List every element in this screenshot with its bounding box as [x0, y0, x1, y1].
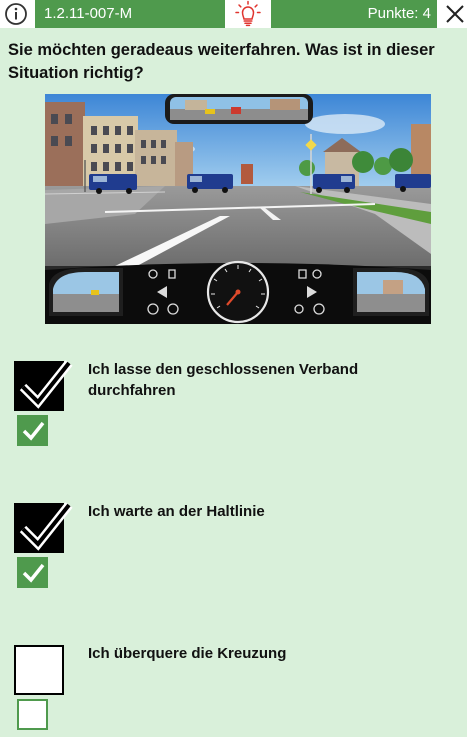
answer-checkbox-3[interactable] [14, 645, 64, 695]
close-icon [446, 5, 464, 23]
hint-button[interactable] [233, 0, 263, 28]
points-value: 4 [422, 5, 431, 22]
answer-text-3: Ich überquere die Kreuzung [88, 645, 287, 662]
top-bar: 1.2.11-007-M Punkte: 4 [0, 0, 467, 28]
scene-illustration [45, 94, 431, 324]
solution-checkbox-3 [17, 699, 48, 730]
answer-option-1: Ich lasse den geschlossenen Verband durc… [0, 360, 467, 471]
answer-option-2: Ich warte an der Haltlinie [0, 502, 467, 613]
answer-text-1: Ich lasse den geschlossenen Verband durc… [88, 361, 359, 399]
answer-option-3: Ich überquere die Kreuzung [0, 645, 467, 737]
answer-checkbox-2[interactable] [14, 502, 73, 553]
points-label: Punkte: [367, 5, 419, 22]
checkmark-icon [22, 421, 45, 441]
traffic-scene-image [45, 94, 431, 324]
question-text: Sie möchten geradeaus weiterfahren. Was … [8, 41, 435, 82]
points-display: Punkte: 4 [271, 0, 437, 28]
checkmark-icon [22, 563, 45, 583]
answer-checkbox-1[interactable] [14, 360, 73, 411]
info-icon [5, 3, 27, 25]
solution-checkbox-1 [17, 415, 48, 446]
question-id: 1.2.11-007-M [35, 0, 225, 28]
solution-checkbox-2 [17, 557, 48, 588]
checkmark-icon [19, 360, 73, 409]
info-button[interactable] [4, 2, 28, 26]
checkmark-icon [19, 502, 73, 551]
close-button[interactable] [443, 2, 467, 26]
answer-text-2: Ich warte an der Haltlinie [88, 503, 265, 520]
lightbulb-icon [235, 0, 261, 27]
